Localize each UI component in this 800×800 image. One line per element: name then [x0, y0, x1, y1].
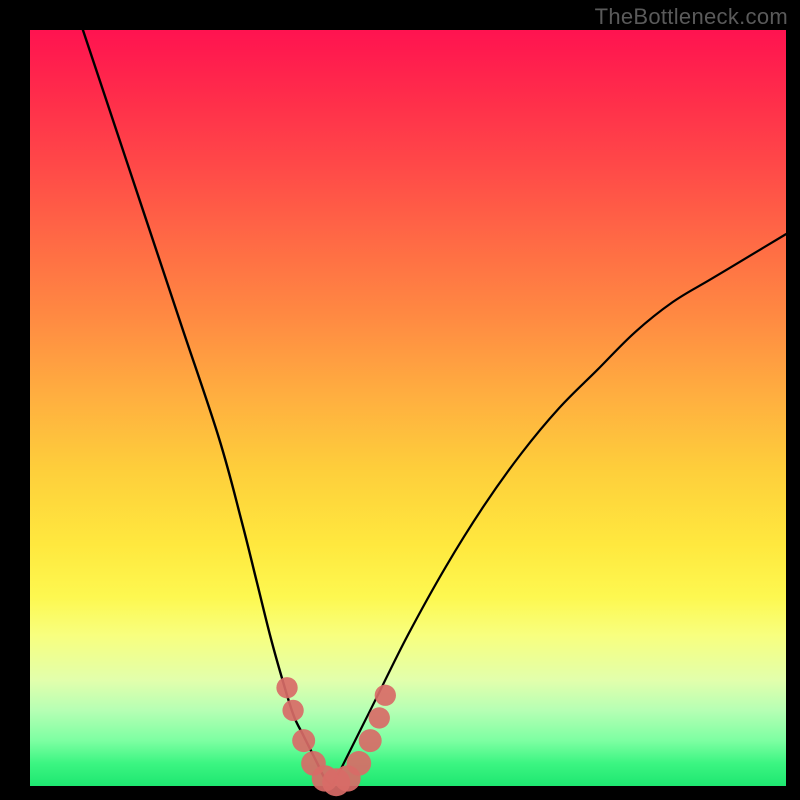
plot-area [30, 30, 786, 786]
watermark-text: TheBottleneck.com [595, 4, 788, 30]
chart-stage: TheBottleneck.com [0, 0, 800, 800]
